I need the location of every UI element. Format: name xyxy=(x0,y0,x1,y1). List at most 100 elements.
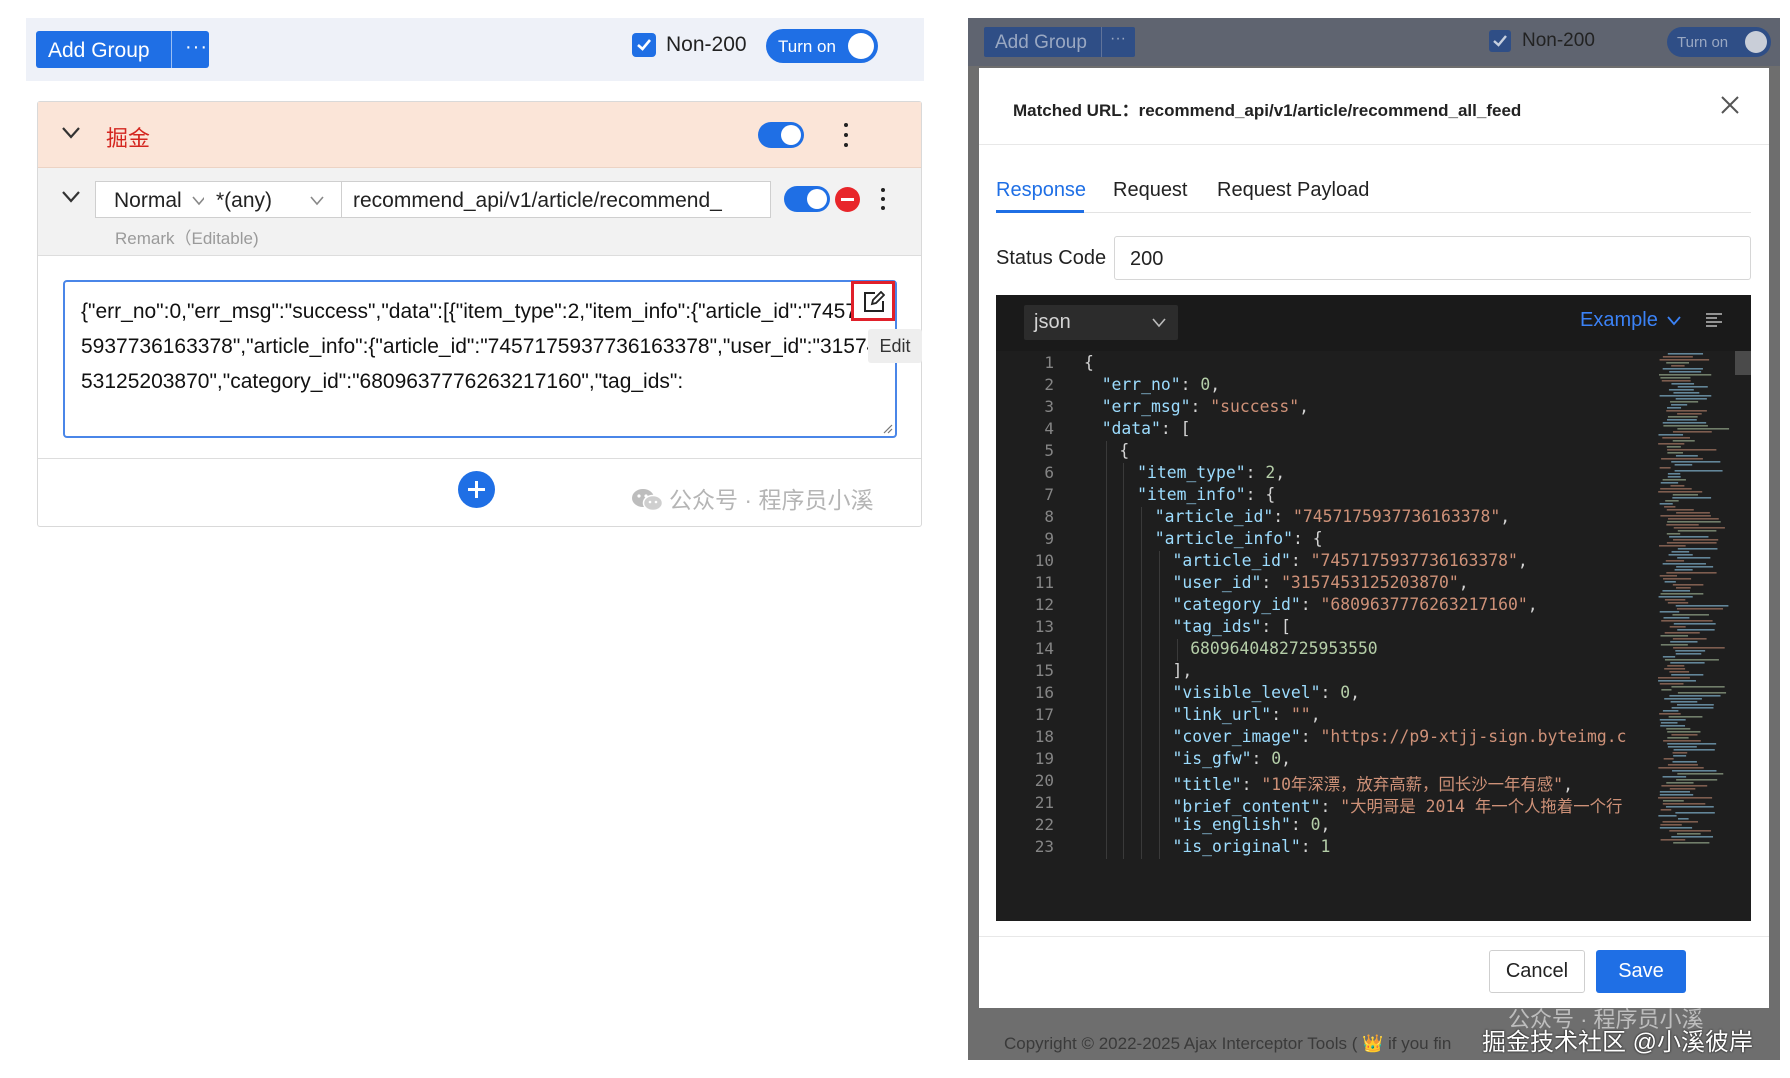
resize-handle-icon[interactable] xyxy=(881,422,893,434)
divider xyxy=(979,936,1769,937)
code-line: "is_original": 1 xyxy=(1172,837,1331,856)
code-line: ], xyxy=(1172,661,1193,680)
indent-guide xyxy=(1141,793,1143,815)
indent-guide xyxy=(1105,529,1107,551)
remark-field[interactable]: Remark（Editable) xyxy=(115,224,259,249)
save-button[interactable]: Save xyxy=(1596,950,1686,993)
indent-guide xyxy=(1141,617,1143,639)
response-text: {"err_no":0,"err_msg":"success","data":[… xyxy=(81,300,881,393)
indent-guide xyxy=(1123,727,1125,749)
indent-guide xyxy=(1123,793,1125,815)
watermark: 掘金技术社区 @小溪彼岸 xyxy=(1482,1029,1754,1056)
global-turn-on-toggle[interactable]: Turn on xyxy=(1667,27,1771,57)
rule-kebab-menu-icon[interactable] xyxy=(878,187,888,215)
line-number: 12 xyxy=(1034,595,1054,614)
tab-request-payload[interactable]: Request Payload xyxy=(1217,179,1369,202)
line-number: 22 xyxy=(1034,815,1054,834)
indent-guide xyxy=(1123,595,1125,617)
non200-label: Non-200 xyxy=(1522,30,1595,51)
indent-guide xyxy=(1123,815,1125,837)
minimap[interactable] xyxy=(1656,353,1736,853)
line-number: 18 xyxy=(1034,727,1054,746)
indent-guide xyxy=(1105,749,1107,771)
indent-guide xyxy=(1141,749,1143,771)
toggle-knob xyxy=(1745,31,1767,53)
minus-icon xyxy=(841,198,854,201)
code-line: "cover_image": "https://p9-xtjj-sign.byt… xyxy=(1172,727,1627,746)
code-line: "err_msg": "success", xyxy=(1101,397,1309,416)
tab-response[interactable]: Response xyxy=(996,179,1086,202)
indent-guide xyxy=(1123,485,1125,507)
add-rule-button[interactable] xyxy=(458,471,495,508)
line-number: 13 xyxy=(1034,617,1054,636)
rule-enable-toggle[interactable] xyxy=(784,186,830,212)
non200-checkbox[interactable] xyxy=(632,33,656,57)
more-options-button[interactable]: ··· xyxy=(1110,30,1126,48)
tab-request[interactable]: Request xyxy=(1113,179,1188,202)
line-number: 5 xyxy=(1044,441,1054,460)
turn-on-label: Turn on xyxy=(778,37,836,56)
code-line: "article_info": { xyxy=(1154,529,1323,548)
delete-rule-button[interactable] xyxy=(835,187,860,212)
example-dropdown[interactable]: Example xyxy=(1580,309,1682,332)
non200-checkbox[interactable] xyxy=(1489,30,1511,52)
add-group-button[interactable]: Add Group ··· xyxy=(36,31,209,68)
indent-guide xyxy=(1105,683,1107,705)
edit-icon xyxy=(864,291,885,312)
add-group-button[interactable]: Add Group ··· xyxy=(984,27,1135,57)
indent-guide xyxy=(1158,815,1160,837)
format-icon[interactable] xyxy=(1705,312,1723,328)
indent-guide xyxy=(1123,683,1125,705)
status-code-input[interactable]: 200 xyxy=(1114,236,1751,280)
copyright-footer: Copyright © 2022-2025 Ajax Interceptor T… xyxy=(1004,1034,1452,1053)
indent-guide xyxy=(1105,617,1107,639)
response-edit-modal: Matched URL：recommend_api/v1/article/rec… xyxy=(979,68,1769,1008)
language-select[interactable]: json xyxy=(1024,305,1178,340)
method-select[interactable]: *(any) xyxy=(204,181,342,218)
indent-guide xyxy=(1123,771,1125,793)
match-type-value: Normal xyxy=(114,189,182,212)
chevron-down-icon xyxy=(1667,316,1682,326)
line-number: 19 xyxy=(1034,749,1054,768)
group-kebab-menu-icon[interactable] xyxy=(841,121,851,149)
indent-guide xyxy=(1158,551,1160,573)
chevron-down-icon xyxy=(1152,318,1166,328)
edit-button[interactable] xyxy=(851,281,895,321)
chevron-down-icon[interactable] xyxy=(61,190,81,204)
close-icon[interactable] xyxy=(1719,94,1741,116)
editor-scrollbar[interactable] xyxy=(1735,351,1751,375)
code-content[interactable]: 1 {2 "err_no": 0, 3 "err_msg": "success", 4 "d… xyxy=(996,351,1751,921)
line-number: 7 xyxy=(1044,485,1054,504)
indent-guide xyxy=(1123,749,1125,771)
indent-guide xyxy=(1141,661,1143,683)
line-number: 16 xyxy=(1034,683,1054,702)
add-group-label: Add Group xyxy=(995,32,1087,53)
language-value: json xyxy=(1034,311,1071,333)
non200-label: Non-200 xyxy=(666,33,747,56)
status-code-label: Status Code xyxy=(996,247,1107,269)
indent-guide xyxy=(1141,595,1143,617)
match-type-select[interactable]: Normal xyxy=(95,181,206,218)
line-number: 3 xyxy=(1044,397,1054,416)
code-line: "item_type": 2, xyxy=(1137,463,1286,482)
cancel-button[interactable]: Cancel xyxy=(1489,950,1585,993)
indent-guide xyxy=(1158,771,1160,793)
code-editor[interactable]: json Example 1 {2 "err_no": 0, 3 "err_msg": … xyxy=(996,295,1751,921)
line-number: 8 xyxy=(1044,507,1054,526)
global-turn-on-toggle[interactable]: Turn on xyxy=(766,29,878,63)
indent-guide xyxy=(1176,639,1178,661)
more-options-button[interactable]: ··· xyxy=(185,36,208,59)
response-textarea[interactable]: {"err_no":0,"err_msg":"success","data":[… xyxy=(63,280,897,438)
indent-guide xyxy=(1158,793,1160,815)
watermark: 公众号 · 程序员小溪 xyxy=(631,481,873,515)
chevron-down-icon[interactable] xyxy=(61,126,81,140)
code-line: "article_id": "7457175937736163378", xyxy=(1154,507,1511,526)
indent-guide xyxy=(1123,551,1125,573)
url-match-input[interactable]: recommend_api/v1/article/recommend_ xyxy=(341,181,771,218)
line-number: 20 xyxy=(1034,771,1054,790)
group-enable-toggle[interactable] xyxy=(758,122,804,148)
chevron-down-icon xyxy=(310,196,324,206)
indent-guide xyxy=(1105,837,1107,859)
group-header[interactable]: 掘金 xyxy=(38,102,921,168)
line-number: 2 xyxy=(1044,375,1054,394)
